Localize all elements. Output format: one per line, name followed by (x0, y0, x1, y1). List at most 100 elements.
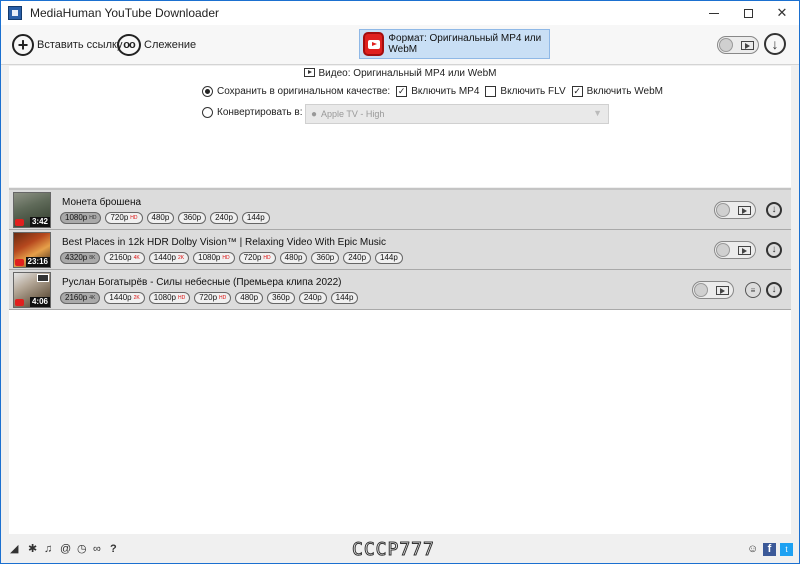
include-flv-checkbox[interactable] (485, 86, 497, 97)
paste-link-button[interactable]: + Вставить ссылку (12, 33, 122, 57)
convert-target-select[interactable]: ● Apple TV - High ▼ (305, 104, 609, 124)
minimize-button[interactable] (697, 1, 731, 25)
quality-list: 2160р 4K 1440р 2K 1080р HD 720р HD 480р 360р… (60, 292, 362, 304)
video-icon (738, 245, 751, 255)
quality-chip[interactable]: 1080р HD (148, 292, 191, 304)
download-item[interactable]: 23:16 Best Places in 12k HDR Dolby Visio… (9, 230, 791, 270)
app-window: MediaHuman YouTube Downloader ✕ + Встави… (0, 0, 800, 564)
video-duration: 23:16 (25, 257, 50, 267)
quality-chip[interactable]: 2160р 4K (104, 252, 145, 264)
maximize-button[interactable] (731, 1, 765, 25)
snail-icon[interactable]: @ (60, 543, 71, 555)
quality-chip[interactable]: 2160р 4K (60, 292, 101, 304)
quality-chip[interactable]: 360р (311, 252, 340, 264)
include-webm-checkbox[interactable]: ✓ (571, 86, 583, 97)
quality-chip[interactable]: 240р (343, 252, 372, 264)
minimize-icon (709, 12, 719, 14)
download-list: 3:42 Монета брошена 1080р HD 720р HD 480р … (9, 188, 791, 534)
tracking-label: Слежение (144, 39, 197, 51)
quality-chip[interactable]: 360р (178, 212, 207, 224)
support-icon[interactable]: ☺ (747, 543, 758, 555)
video-thumbnail: 4:06 (13, 272, 51, 308)
quality-chip[interactable]: 720р HD (194, 292, 232, 304)
quality-chip[interactable]: 720р HD (238, 252, 276, 264)
download-arrow-icon: ↓ (771, 36, 779, 52)
format-selector[interactable]: Формат: Оригинальный MP4 или WebM (359, 29, 550, 59)
binoculars-icon[interactable]: ∞ (93, 543, 101, 555)
download-button[interactable]: ↓ (766, 202, 782, 218)
download-arrow-icon: ↓ (771, 284, 777, 295)
download-item[interactable]: 3:42 Монета брошена 1080р HD 720р HD 480р … (9, 190, 791, 230)
quality-chip[interactable]: 1080р HD (193, 252, 235, 264)
video-thumbnail: 23:16 (13, 232, 51, 268)
quality-chip[interactable]: 1080р HD (60, 212, 102, 224)
video-title: Монета брошена (62, 197, 142, 208)
send-icon[interactable]: ◢ (10, 543, 18, 555)
quality-chip[interactable]: 1440р 2K (104, 292, 145, 304)
convert-radio[interactable] (202, 107, 213, 118)
video-mode-toggle[interactable] (692, 281, 734, 299)
document-icon[interactable]: ≡ (745, 282, 761, 298)
download-item[interactable]: 4:06 Руслан Богатырёв - Силы небесные (П… (9, 270, 791, 310)
toggle-knob (716, 243, 730, 257)
settings-gear-icon[interactable]: ✱ (28, 543, 37, 555)
include-mp4-checkbox[interactable]: ✓ (396, 86, 408, 97)
convert-target-value: Apple TV - High (321, 109, 385, 119)
download-button[interactable]: ↓ (766, 242, 782, 258)
paste-link-label: Вставить ссылку (37, 39, 123, 51)
save-original-radio[interactable] (202, 86, 213, 97)
video-thumbnail: 3:42 (13, 192, 51, 228)
toggle-knob (716, 203, 730, 217)
save-original-row: Сохранить в оригинальном качестве: ✓ Вкл… (202, 86, 663, 97)
format-settings-panel: Видео: Оригинальный MP4 или WebM Сохрани… (9, 66, 791, 187)
include-webm-label: Включить WebM (586, 86, 663, 97)
twitter-icon[interactable]: t (780, 543, 793, 556)
quality-chip[interactable]: 1440р 2K (148, 252, 190, 264)
video-icon (738, 205, 751, 215)
quality-chip[interactable]: 720р HD (105, 212, 143, 224)
clock-icon[interactable]: ◷ (77, 543, 87, 555)
toggle-knob (694, 283, 708, 297)
youtube-icon (15, 259, 24, 266)
quality-chip[interactable]: 144р (375, 252, 403, 264)
chevron-down-icon: ▼ (593, 108, 602, 118)
quality-chip[interactable]: 360р (267, 292, 295, 304)
video-title: Best Places in 12k HDR Dolby Vision™ | R… (62, 237, 387, 248)
video-duration: 3:42 (29, 217, 50, 227)
youtube-icon (15, 219, 24, 226)
quality-chip[interactable]: 480р (235, 292, 264, 304)
app-logo-icon (8, 6, 22, 20)
status-bar: ◢ ✱ ♫ @ ◷ ∞ ? CCCP777 ☺ f t (1, 535, 799, 563)
quality-chip[interactable]: 144р (241, 212, 270, 224)
video-icon (303, 68, 315, 77)
convert-to-label: Конвертировать в: (217, 107, 303, 118)
download-arrow-icon: ↓ (771, 244, 777, 255)
video-mode-toggle[interactable] (714, 201, 756, 219)
convert-row: Конвертировать в: (202, 107, 303, 118)
quality-chip[interactable]: 240р (298, 292, 327, 304)
quality-list: 1080р HD 720р HD 480р 360р 240р 144р (60, 212, 274, 224)
toggle-knob (719, 38, 733, 52)
quality-chip[interactable]: 480р (146, 212, 175, 224)
quality-chip[interactable]: 480р (279, 252, 308, 264)
help-icon[interactable]: ? (110, 543, 117, 555)
quality-chip[interactable]: 240р (210, 212, 238, 224)
title-bar: MediaHuman YouTube Downloader ✕ (1, 1, 799, 25)
download-button[interactable]: ↓ (766, 282, 782, 298)
video-mode-toggle[interactable] (717, 36, 759, 54)
maximize-icon (743, 8, 753, 18)
save-original-label: Сохранить в оригинальном качестве: (217, 86, 391, 97)
close-button[interactable]: ✕ (765, 1, 799, 25)
quality-chip[interactable]: 144р (330, 292, 359, 304)
quality-list: 4320р 8K 2160р 4K 1440р 2K 1080р HD 720р HD 4… (60, 252, 407, 264)
download-all-button[interactable]: ↓ (764, 33, 786, 55)
video-mode-toggle[interactable] (714, 241, 756, 259)
youtube-icon (15, 299, 24, 306)
quality-chip[interactable]: 4320р 8K (60, 252, 101, 264)
facebook-icon[interactable]: f (763, 543, 776, 556)
music-note-icon[interactable]: ♫ (44, 543, 52, 555)
toolbar: + Вставить ссылку oo Слежение Формат: Ор… (1, 25, 799, 65)
watermark-text: CCCP777 (352, 539, 435, 561)
video-icon (716, 285, 729, 295)
tracking-button[interactable]: oo Слежение (117, 33, 196, 57)
